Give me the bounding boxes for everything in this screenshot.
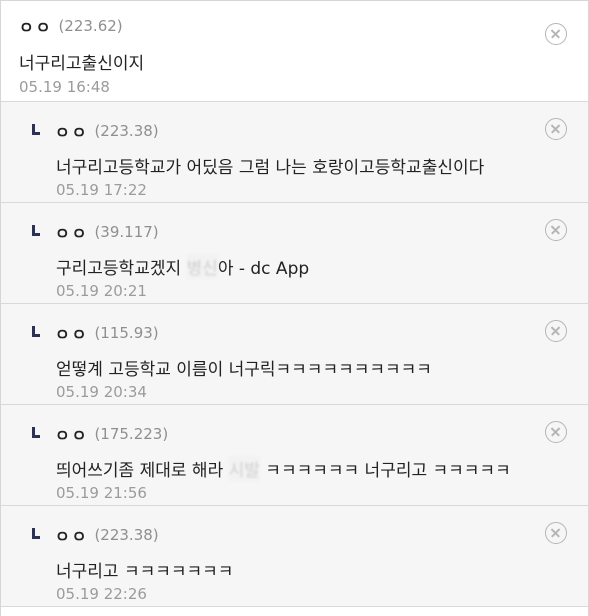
comment-ip: (223.62) bbox=[58, 17, 123, 35]
comment-timestamp: 05.19 20:34 bbox=[56, 383, 147, 401]
comment-timestamp: 05.19 21:56 bbox=[56, 484, 147, 502]
comment-header: ㅇㅇ (115.93) bbox=[29, 322, 159, 344]
comment-text: 너구리고 ㅋㅋㅋㅋㅋㅋㅋ bbox=[56, 562, 234, 582]
reply-item: ㅇㅇ (115.93) 얻떻계 고등학교 이름이 너구릭ㅋㅋㅋㅋㅋㅋㅋㅋㅋㅋ 0… bbox=[1, 304, 588, 405]
comment-timestamp: 05.19 20:21 bbox=[56, 282, 147, 300]
comment-ip: (223.38) bbox=[94, 526, 159, 544]
comment-text: 너구리고출신이지 bbox=[19, 54, 145, 74]
comment-item: ㅇㅇ (223.62) 너구리고출신이지 05.19 16:48 bbox=[1, 1, 588, 102]
comment-ip: (39.117) bbox=[94, 223, 159, 241]
comment-nickname[interactable]: ㅇㅇ bbox=[55, 321, 88, 345]
reply-item: ㅇㅇ (175.223) 띄어쓰기좀 제대로 해라 시발 ㅋㅋㅋㅋㅋㅋ 너구리고… bbox=[1, 405, 588, 506]
comment-nickname[interactable]: ㅇㅇ bbox=[55, 422, 88, 446]
censored-word: 시발 bbox=[228, 456, 260, 481]
comment-header: ㅇㅇ (223.38) bbox=[29, 120, 159, 142]
reply-item: ㅇㅇ (39.117) 구리고등학교겠지 병신아 - dc App 05.19 … bbox=[1, 203, 588, 304]
delete-circle-x-icon[interactable] bbox=[545, 118, 567, 140]
censored-word: 병신 bbox=[186, 254, 218, 279]
reply-arrow-icon bbox=[29, 122, 47, 140]
comment-nickname[interactable]: ㅇㅇ bbox=[55, 220, 88, 244]
comment-ip: (223.38) bbox=[94, 122, 159, 140]
reply-arrow-icon bbox=[29, 425, 47, 443]
comment-timestamp: 05.19 22:26 bbox=[56, 585, 147, 603]
comment-text: 띄어쓰기좀 제대로 해라 시발 ㅋㅋㅋㅋㅋㅋ 너구리고 ㅋㅋㅋㅋㅋ bbox=[56, 456, 511, 481]
comment-ip: (175.223) bbox=[94, 425, 169, 443]
reply-item: ㅇㅇ (223.38) 너구리고등학교가 어딨음 그럼 나는 호랑이고등학교출신… bbox=[1, 102, 588, 203]
comment-text-end: ㅋㅋㅋㅋㅋㅋ 너구리고 ㅋㅋㅋㅋㅋ bbox=[259, 461, 511, 481]
comment-header: ㅇㅇ (223.38) bbox=[29, 524, 159, 546]
comment-thread: ㅇㅇ (223.62) 너구리고출신이지 05.19 16:48 ㅇㅇ (223… bbox=[0, 0, 589, 616]
comment-timestamp: 05.19 16:48 bbox=[19, 78, 110, 96]
comment-header: ㅇㅇ (39.117) bbox=[29, 221, 159, 243]
comment-nickname[interactable]: ㅇㅇ bbox=[55, 523, 88, 547]
delete-circle-x-icon[interactable] bbox=[545, 522, 567, 544]
comment-text-start: 띄어쓰기좀 제대로 해라 bbox=[56, 461, 229, 481]
comment-text: 너구리고등학교가 어딨음 그럼 나는 호랑이고등학교출신이다 bbox=[56, 158, 485, 178]
comment-text-start: 구리고등학교겠지 bbox=[56, 259, 187, 279]
delete-circle-x-icon[interactable] bbox=[545, 219, 567, 241]
delete-circle-x-icon[interactable] bbox=[545, 320, 567, 342]
comment-nickname[interactable]: ㅇㅇ bbox=[19, 14, 52, 38]
comment-timestamp: 05.19 17:22 bbox=[56, 181, 147, 199]
delete-circle-x-icon[interactable] bbox=[545, 421, 567, 443]
comment-header: ㅇㅇ (175.223) bbox=[29, 423, 168, 445]
delete-circle-x-icon[interactable] bbox=[545, 23, 567, 45]
reply-arrow-icon bbox=[29, 526, 47, 544]
reply-arrow-icon bbox=[29, 324, 47, 342]
comment-text: 구리고등학교겠지 병신아 - dc App bbox=[56, 254, 309, 279]
comment-header: ㅇㅇ (223.62) bbox=[19, 15, 123, 37]
comment-text: 얻떻계 고등학교 이름이 너구릭ㅋㅋㅋㅋㅋㅋㅋㅋㅋㅋ bbox=[56, 360, 432, 380]
comment-text-end: 아 - dc App bbox=[217, 259, 310, 279]
comment-nickname[interactable]: ㅇㅇ bbox=[55, 119, 88, 143]
comment-ip: (115.93) bbox=[94, 324, 159, 342]
reply-arrow-icon bbox=[29, 223, 47, 241]
reply-item: ㅇㅇ (223.38) 너구리고 ㅋㅋㅋㅋㅋㅋㅋ 05.19 22:26 bbox=[1, 506, 588, 607]
